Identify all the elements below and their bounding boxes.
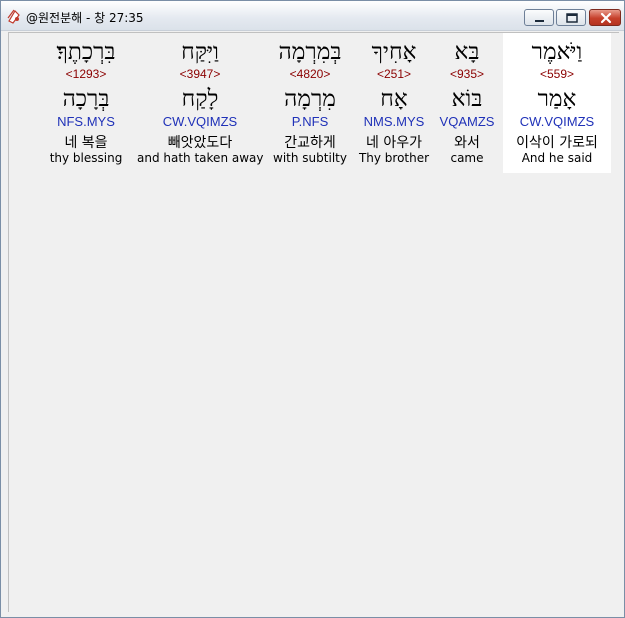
app-icon[interactable]	[6, 8, 22, 24]
hebrew-word: וַיִּקַּח	[181, 39, 219, 65]
app-window: @원전분해 - 창 27:35 וַיֹּאמֶר <559> אָמַר CW	[0, 0, 625, 618]
morphology-code: NMS.MYS	[363, 114, 425, 129]
morphology-code: NFS.MYS	[57, 114, 115, 129]
minimize-icon	[535, 20, 544, 22]
hebrew-word: בִּרְכָתֶךָ׃	[56, 39, 116, 65]
hebrew-lemma: בְּרָכָה	[62, 86, 110, 112]
word-column[interactable]: וַיִּקַּח <3947> לָקַח CW.VQIMZS 빼앗았도다 a…	[137, 33, 263, 173]
hebrew-word: בָּא	[454, 39, 480, 65]
word-row: וַיֹּאמֶר <559> אָמַר CW.VQIMZS 이삭이 가로되 …	[9, 33, 620, 173]
korean-gloss: 네 복을	[64, 135, 108, 151]
hebrew-lemma: לָקַח	[181, 86, 219, 112]
korean-gloss: 빼앗았도다	[167, 135, 233, 151]
hebrew-word: אָחִיךָ	[371, 39, 417, 65]
minimize-button[interactable]	[524, 9, 554, 26]
word-column[interactable]: אָחִיךָ <251> אָח NMS.MYS 네 아우가 Thy brot…	[358, 33, 430, 173]
hebrew-lemma: אָח	[380, 86, 408, 112]
korean-gloss: 간교하게	[284, 135, 336, 151]
english-gloss: Thy brother	[358, 151, 430, 165]
english-gloss: And he said	[521, 151, 593, 165]
hebrew-lemma: מִרְמָה	[284, 86, 336, 112]
korean-gloss: 네 아우가	[366, 135, 422, 151]
strong-number[interactable]: <559>	[503, 67, 611, 81]
word-column[interactable]: בִּרְכָתֶךָ׃ <1293> בְּרָכָה NFS.MYS 네 복…	[43, 33, 129, 173]
maximize-button[interactable]	[556, 9, 586, 26]
english-gloss: thy blessing	[49, 151, 123, 165]
morphology-code: VQAMZS	[439, 114, 495, 129]
morphology-code: CW.VQIMZS	[519, 114, 595, 129]
restore-icon	[566, 13, 578, 23]
korean-gloss: 와서	[454, 135, 480, 151]
morphology-code: CW.VQIMZS	[162, 114, 238, 129]
strong-number[interactable]: <3947>	[137, 67, 263, 81]
word-column[interactable]: וַיֹּאמֶר <559> אָמַר CW.VQIMZS 이삭이 가로되 …	[503, 33, 611, 173]
title-bar[interactable]: @원전분해 - 창 27:35	[1, 1, 624, 31]
english-gloss: came	[450, 151, 484, 165]
morphology-code: P.NFS	[291, 114, 329, 129]
close-icon	[600, 12, 612, 24]
hebrew-word: בְּמִרְמָה	[278, 39, 342, 65]
hebrew-word: וַיֹּאמֶר	[531, 39, 583, 65]
close-button[interactable]	[589, 9, 621, 26]
strong-number[interactable]: <1293>	[43, 67, 129, 81]
window-title: @원전분해 - 창 27:35	[26, 11, 144, 25]
strong-number[interactable]: <935>	[437, 67, 497, 81]
english-gloss: with subtilty	[273, 151, 347, 165]
word-column[interactable]: בְּמִרְמָה <4820> מִרְמָה P.NFS 간교하게 wit…	[271, 33, 349, 173]
strong-number[interactable]: <251>	[358, 67, 430, 81]
hebrew-lemma: אָמַר	[537, 86, 577, 112]
word-column[interactable]: בָּא <935> בּוֹא VQAMZS 와서 came	[437, 33, 497, 173]
interlinear-panel: וַיֹּאמֶר <559> אָמַר CW.VQIMZS 이삭이 가로되 …	[8, 32, 619, 612]
english-gloss: and hath taken away	[137, 151, 264, 165]
strong-number[interactable]: <4820>	[271, 67, 349, 81]
korean-gloss: 이삭이 가로되	[516, 135, 598, 151]
hebrew-lemma: בּוֹא	[451, 86, 483, 112]
